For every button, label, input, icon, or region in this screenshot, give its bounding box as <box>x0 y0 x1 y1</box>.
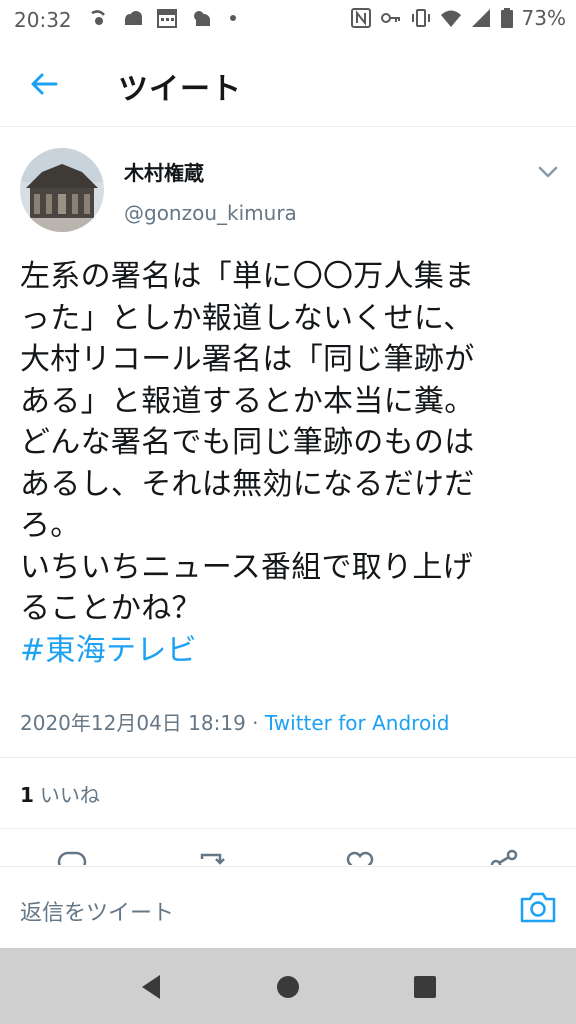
chevron-down-icon[interactable] <box>534 160 562 184</box>
android-nav-bar <box>0 948 576 1024</box>
vibrate-icon <box>411 9 430 27</box>
battery-percent: 73% <box>521 6 566 30</box>
tweet-text-line: 大村リコール署名は「同じ筆跡が <box>20 342 475 377</box>
page-title: ツイート <box>118 72 242 107</box>
app-header: ツイート <box>0 40 576 127</box>
tweet-text-line: ることかね？ <box>20 591 202 626</box>
tweet-text: 左系の署名は「単に〇〇万人集ま った」としか報道しないくせに、 大村リコール署名… <box>20 256 560 671</box>
reply-input[interactable]: 返信をツイート <box>20 895 174 927</box>
status-time: 20:32 <box>14 8 72 32</box>
recents-square-icon[interactable] <box>408 970 442 1004</box>
key-icon <box>380 13 400 23</box>
tweet-actions <box>0 843 576 865</box>
tweet-timestamp: 2020年12月04日 18:19 <box>20 711 246 735</box>
cloud-icon <box>125 11 142 25</box>
weather-icon <box>194 11 210 26</box>
tweet-text-line: ろ。 <box>20 508 81 543</box>
tweet-text-line: あるし、それは無効になるだけだ <box>20 466 475 502</box>
camera-icon[interactable] <box>518 889 558 925</box>
signal-icon <box>471 9 490 27</box>
author-name[interactable]: 木村権蔵 <box>124 157 204 186</box>
divider <box>0 757 576 758</box>
status-system-icons: 73% <box>350 6 566 30</box>
divider <box>0 828 576 829</box>
tweet-text-line: 左系の署名は「単に〇〇万人集ま <box>20 259 475 294</box>
tweet-text-line: った」としか報道しないくせに、 <box>20 300 474 336</box>
author-handle[interactable]: @gonzou_kimura <box>124 201 297 225</box>
tweet-text-line: いちいちニュース番組で取り上げ <box>20 549 473 585</box>
nfc-icon <box>350 8 371 28</box>
avatar-image <box>20 148 104 232</box>
likes-count: 1 <box>20 783 34 807</box>
tweet-meta: 2020年12月04日 18:19 · Twitter for Android <box>20 707 449 736</box>
retweet-icon[interactable] <box>196 849 228 865</box>
reply-bar: 返信をツイート <box>0 866 576 949</box>
battery-icon <box>500 8 513 28</box>
arrow-left-icon[interactable] <box>22 62 66 106</box>
likes-stat[interactable]: 1 いいね <box>20 779 100 808</box>
calendar-icon <box>157 9 177 28</box>
share-icon[interactable] <box>488 849 520 865</box>
back-triangle-icon[interactable] <box>134 970 168 1004</box>
dot-icon <box>230 15 236 21</box>
status-notification-icons <box>88 7 236 29</box>
likes-label: いいね <box>39 783 100 807</box>
meta-separator: · <box>252 711 259 735</box>
hashtag-link[interactable]: #東海テレビ <box>20 630 560 672</box>
wifi-icon <box>440 10 461 27</box>
reply-icon[interactable] <box>56 849 88 865</box>
avatar[interactable] <box>20 148 104 232</box>
tweet-text-line: どんな署名でも同じ筆跡のものは <box>20 425 475 460</box>
sync-icon <box>91 10 105 25</box>
home-circle-icon[interactable] <box>271 970 305 1004</box>
like-icon[interactable] <box>344 849 376 865</box>
status-bar: 20:32 73% <box>0 0 576 40</box>
tweet-source-link[interactable]: Twitter for Android <box>265 711 450 735</box>
tweet-text-line: ある」と報道するとか本当に糞。 <box>20 383 475 419</box>
